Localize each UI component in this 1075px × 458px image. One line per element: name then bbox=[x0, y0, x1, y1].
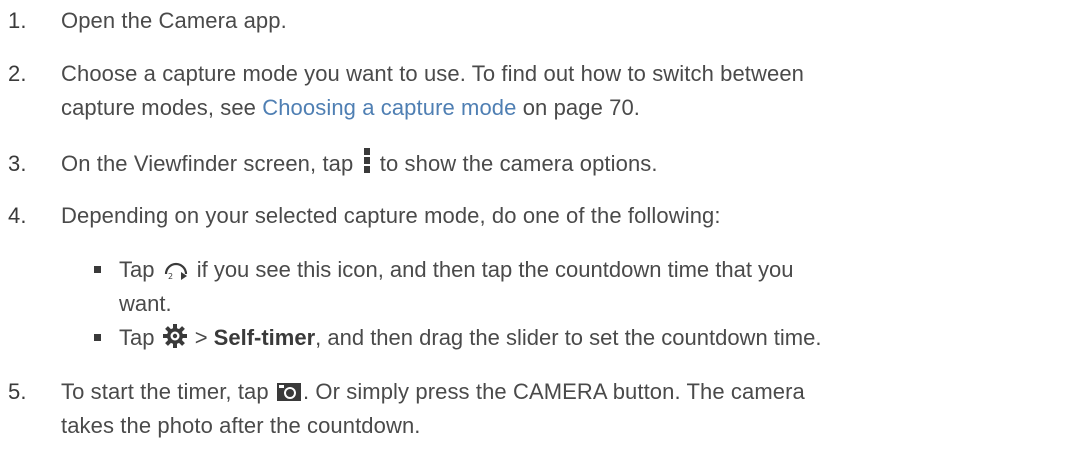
step-number: 5. bbox=[8, 379, 27, 404]
instruction-list: 1. Open the Camera app. 2. Choose a capt… bbox=[0, 0, 1075, 458]
camera-shutter-icon bbox=[276, 378, 301, 412]
step-text: On the Viewfinder screen, tap to show th… bbox=[61, 147, 1069, 181]
choosing-capture-mode-link[interactable]: Choosing a capture mode bbox=[262, 95, 516, 120]
step-text: Open the Camera app. bbox=[61, 8, 287, 33]
step-number: 2. bbox=[8, 61, 27, 86]
self-timer-label: Self-timer bbox=[213, 325, 316, 350]
step-text: To start the timer, tap . Or simply pres… bbox=[61, 378, 805, 438]
timer-icon: 2 bbox=[163, 256, 189, 290]
bullet-marker bbox=[94, 334, 101, 341]
bullet-text: Tap 2 if you see this icon, and then tap… bbox=[119, 256, 794, 316]
svg-text:2: 2 bbox=[168, 272, 173, 280]
bullet-text: Tap > Self-timer, and then drag the slid… bbox=[119, 321, 1069, 355]
step-number: 4. bbox=[8, 203, 27, 228]
step-number: 1. bbox=[8, 8, 27, 33]
step-number: 3. bbox=[8, 151, 27, 176]
bullet-marker bbox=[94, 266, 101, 273]
step-text: Choose a capture mode you want to use. T… bbox=[61, 61, 805, 120]
step-text: Depending on your selected capture mode,… bbox=[61, 203, 721, 228]
more-options-icon bbox=[362, 148, 372, 184]
settings-gear-icon bbox=[162, 324, 187, 358]
